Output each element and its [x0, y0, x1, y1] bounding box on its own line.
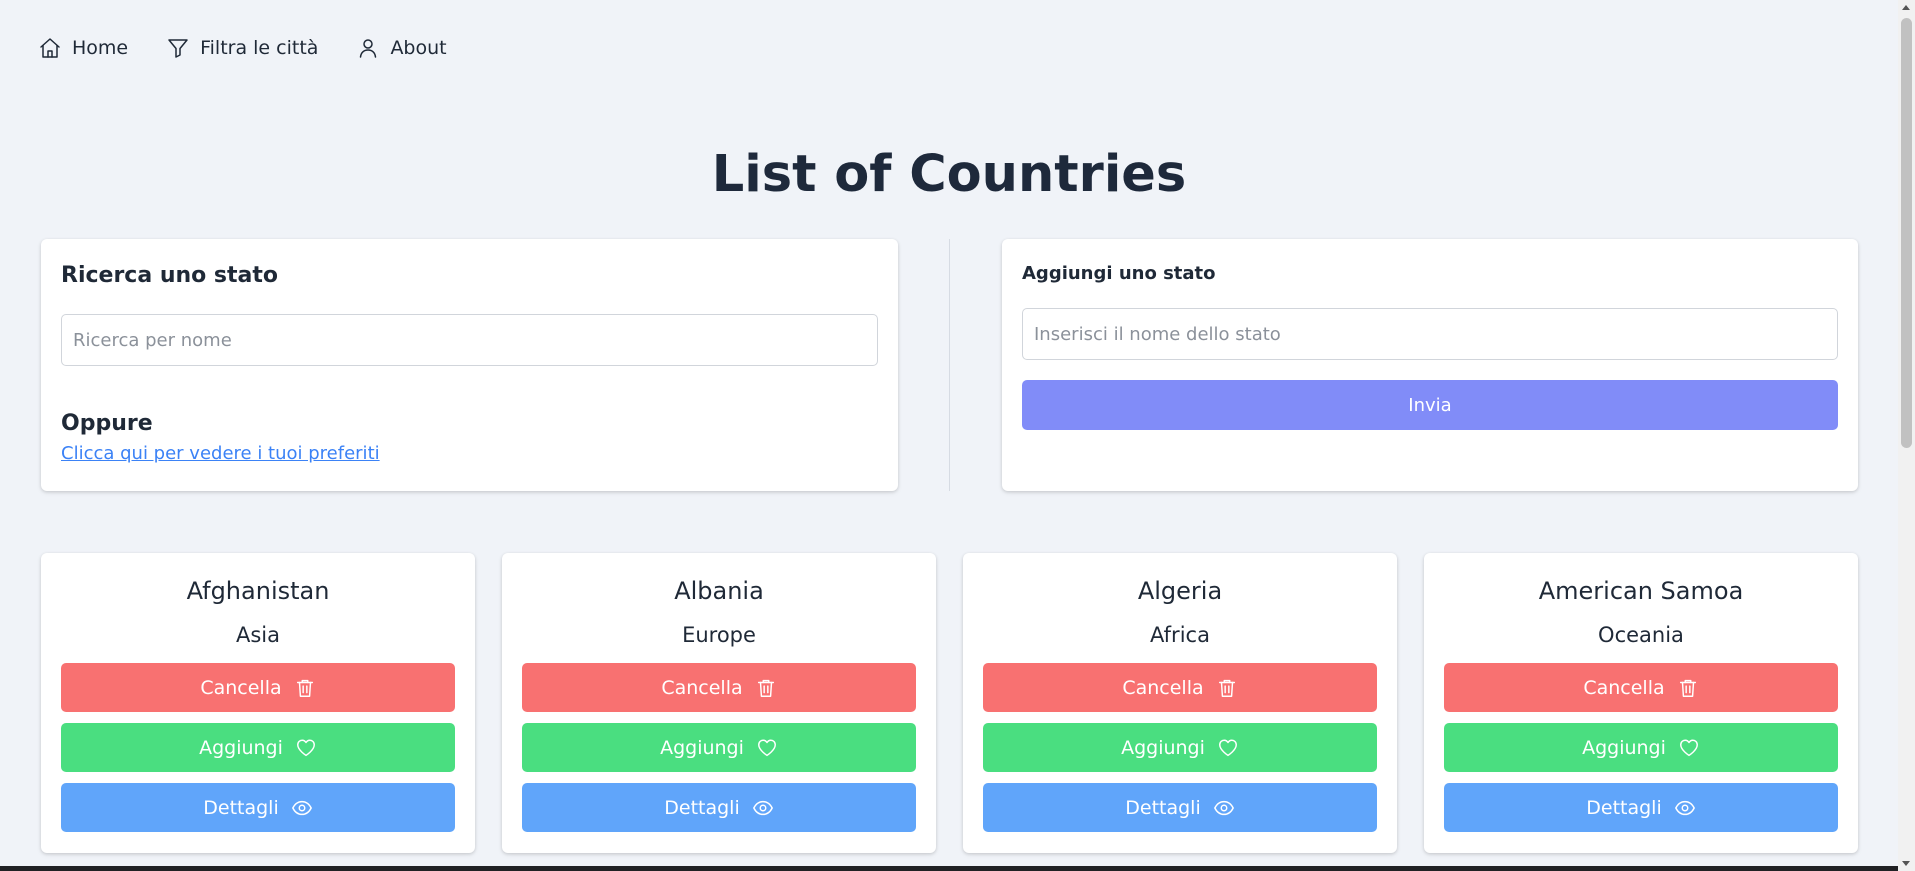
- country-cards: Afghanistan Asia Cancella Aggiungi Detta…: [41, 553, 1858, 853]
- country-continent: Africa: [1150, 623, 1210, 647]
- nav-home-label: Home: [72, 37, 129, 59]
- details-button-label: Dettagli: [664, 796, 740, 819]
- nav-filter-cities[interactable]: Filtra le città: [166, 36, 318, 60]
- user-icon: [360, 39, 377, 58]
- delete-button[interactable]: Cancella: [522, 663, 916, 712]
- page-title: List of Countries: [711, 145, 1187, 204]
- details-button[interactable]: Dettagli: [1444, 783, 1838, 832]
- country-name: American Samoa: [1538, 577, 1744, 605]
- delete-button-label: Cancella: [661, 676, 743, 699]
- delete-button[interactable]: Cancella: [1444, 663, 1838, 712]
- heart-icon: [1679, 738, 1698, 756]
- heart-icon: [296, 738, 315, 756]
- country-card: Algeria Africa Cancella Aggiungi Dettagl…: [963, 553, 1397, 853]
- vertical-divider: [949, 239, 950, 491]
- scroll-down-arrow-icon[interactable]: [1902, 861, 1910, 866]
- top-nav: Home Filtra le città About: [38, 36, 447, 60]
- search-input[interactable]: [61, 314, 878, 366]
- country-name: Algeria: [1137, 577, 1223, 605]
- add-favorite-button[interactable]: Aggiungi: [61, 723, 455, 772]
- delete-button[interactable]: Cancella: [61, 663, 455, 712]
- window-bottom-edge: [0, 866, 1898, 871]
- details-button-label: Dettagli: [1125, 796, 1201, 819]
- add-favorite-button[interactable]: Aggiungi: [983, 723, 1377, 772]
- search-heading: Ricerca uno stato: [61, 263, 279, 288]
- country-continent: Oceania: [1598, 623, 1684, 647]
- country-card: American Samoa Oceania Cancella Aggiungi…: [1424, 553, 1858, 853]
- trash-icon: [1679, 679, 1696, 697]
- filter-icon: [168, 39, 188, 58]
- details-button-label: Dettagli: [203, 796, 279, 819]
- delete-button-label: Cancella: [200, 676, 282, 699]
- favorites-link[interactable]: Clicca qui per vedere i tuoi preferiti: [61, 443, 380, 464]
- add-favorite-label: Aggiungi: [199, 736, 283, 759]
- eye-icon: [291, 800, 312, 815]
- add-country-panel: Aggiungi uno stato Invia: [1002, 239, 1858, 491]
- add-favorite-label: Aggiungi: [1121, 736, 1205, 759]
- delete-button-label: Cancella: [1583, 676, 1665, 699]
- add-favorite-button[interactable]: Aggiungi: [1444, 723, 1838, 772]
- country-card: Albania Europe Cancella Aggiungi Dettagl…: [502, 553, 936, 853]
- trash-icon: [757, 679, 774, 697]
- add-favorite-button[interactable]: Aggiungi: [522, 723, 916, 772]
- eye-icon: [752, 800, 773, 815]
- nav-filter-label: Filtra le città: [200, 37, 319, 59]
- nav-about[interactable]: About: [356, 36, 447, 60]
- vertical-scrollbar[interactable]: [1898, 0, 1915, 871]
- submit-button[interactable]: Invia: [1022, 380, 1838, 430]
- add-favorite-label: Aggiungi: [1582, 736, 1666, 759]
- trash-icon: [1218, 679, 1235, 697]
- country-continent: Europe: [682, 623, 756, 647]
- add-favorite-label: Aggiungi: [660, 736, 744, 759]
- details-button[interactable]: Dettagli: [522, 783, 916, 832]
- delete-button[interactable]: Cancella: [983, 663, 1377, 712]
- add-country-heading: Aggiungi uno stato: [1022, 263, 1216, 284]
- scrollbar-thumb[interactable]: [1901, 18, 1912, 448]
- country-name-input[interactable]: [1022, 308, 1838, 360]
- eye-icon: [1213, 800, 1234, 815]
- home-icon: [40, 38, 60, 58]
- delete-button-label: Cancella: [1122, 676, 1204, 699]
- country-card: Afghanistan Asia Cancella Aggiungi Detta…: [41, 553, 475, 853]
- details-button[interactable]: Dettagli: [61, 783, 455, 832]
- details-button[interactable]: Dettagli: [983, 783, 1377, 832]
- details-button-label: Dettagli: [1586, 796, 1662, 819]
- trash-icon: [296, 679, 313, 697]
- oppure-heading: Oppure: [61, 411, 153, 436]
- search-panel: Ricerca uno stato Oppure Clicca qui per …: [41, 239, 898, 491]
- country-continent: Asia: [235, 623, 280, 647]
- heart-icon: [757, 738, 776, 756]
- nav-home[interactable]: Home: [38, 36, 128, 60]
- eye-icon: [1674, 800, 1695, 815]
- nav-about-label: About: [390, 37, 447, 59]
- scroll-up-arrow-icon[interactable]: [1902, 5, 1910, 10]
- country-name: Albania: [674, 577, 764, 605]
- country-name: Afghanistan: [186, 577, 330, 605]
- heart-icon: [1218, 738, 1237, 756]
